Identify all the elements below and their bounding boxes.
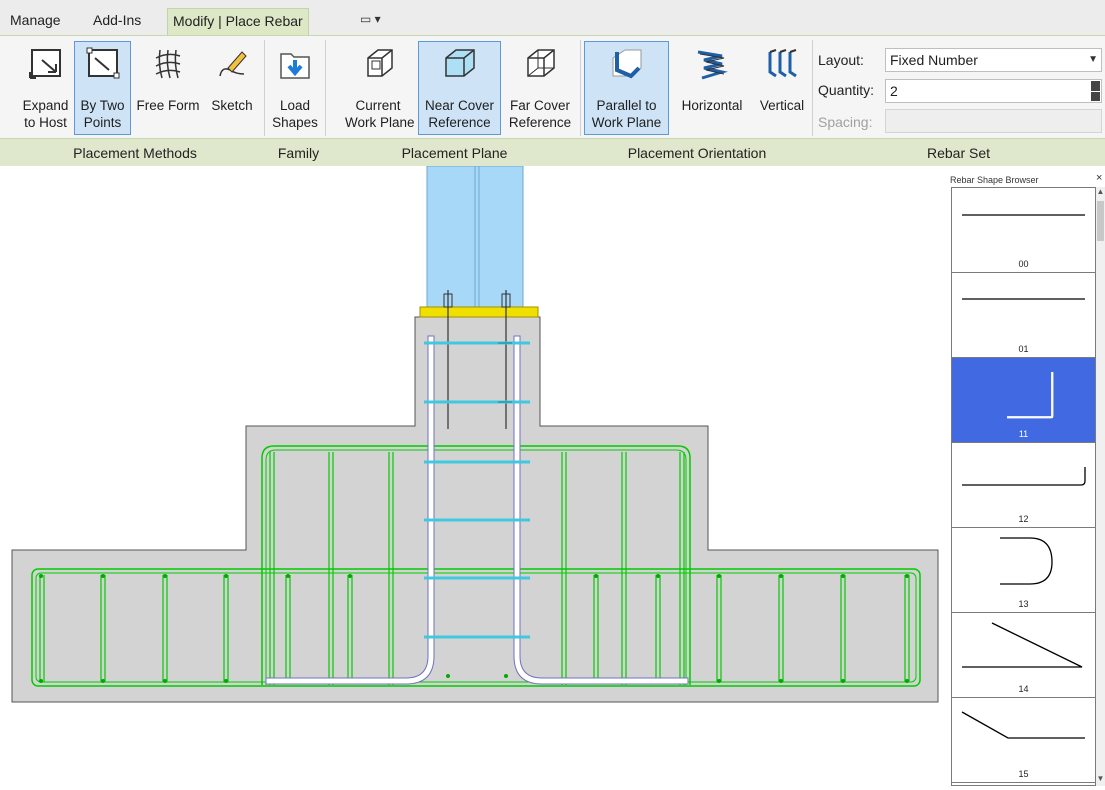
shape-code: 12 — [1018, 514, 1029, 524]
panel-label-placement-methods: Placement Methods — [73, 145, 197, 161]
panel-label-placement-plane: Placement Plane — [401, 145, 508, 161]
sketch-icon — [219, 51, 247, 77]
shape-code: 14 — [1018, 684, 1029, 694]
ribbon: Expand to Host By Two Points Free Form S… — [0, 35, 1105, 166]
horizontal-button[interactable]: Horizontal — [673, 41, 751, 135]
load-shapes-icon — [280, 53, 310, 79]
load-shapes-label: Load Shapes — [272, 98, 318, 130]
stepper-down-icon[interactable] — [1091, 91, 1100, 101]
panel-separator — [264, 40, 265, 136]
close-icon[interactable]: × — [1096, 172, 1102, 184]
quantity-value: 2 — [890, 83, 898, 99]
shape-code: 11 — [1018, 429, 1029, 439]
shape-tile-01[interactable]: 01 — [952, 273, 1095, 358]
layout-dropdown[interactable]: Fixed Number ▼ — [885, 48, 1102, 72]
free-form-button[interactable]: Free Form — [133, 41, 203, 135]
vertical-button[interactable]: Vertical — [753, 41, 811, 135]
free-form-icon — [155, 49, 181, 79]
free-form-label: Free Form — [136, 98, 200, 113]
far-cover-reference-label: Far Cover Reference — [508, 98, 572, 130]
panel-label-rebar-set: Rebar Set — [926, 145, 991, 161]
layout-label: Layout: — [818, 52, 864, 68]
shape-code: 13 — [1018, 599, 1029, 609]
ribbon-panels: Expand to Host By Two Points Free Form S… — [0, 36, 1105, 138]
vertical-icon — [768, 49, 797, 78]
shape-code: 15 — [1018, 769, 1029, 779]
shape-tile-15[interactable]: 15 — [952, 698, 1095, 783]
parallel-to-work-plane-icon — [612, 49, 641, 79]
quantity-label: Quantity: — [818, 82, 875, 98]
parallel-to-work-plane-button[interactable]: Parallel to Work Plane — [584, 41, 669, 135]
scroll-up-icon[interactable]: ▲ — [1096, 187, 1105, 199]
shape-tile-11[interactable]: 11 — [952, 358, 1095, 443]
far-cover-reference-icon — [527, 49, 555, 77]
horizontal-icon — [697, 50, 728, 80]
panel-label-placement-orientation: Placement Orientation — [627, 145, 767, 161]
sketch-label: Sketch — [211, 98, 253, 113]
drawing-canvas[interactable] — [0, 166, 945, 790]
by-two-points-label: By Two Points — [80, 98, 125, 130]
rebar-shape-browser: Rebar Shape Browser × 00 01 11 12 13 14 … — [945, 166, 1105, 790]
shape-tile-00[interactable]: 00 — [952, 188, 1095, 273]
panel-separator — [812, 40, 813, 136]
expand-to-host-button[interactable]: Expand to Host — [18, 41, 73, 135]
shape-tile-14[interactable]: 14 — [952, 613, 1095, 698]
by-two-points-button[interactable]: By Two Points — [74, 41, 131, 135]
horizontal-label: Horizontal — [681, 98, 743, 113]
tab-manage[interactable]: Manage — [5, 8, 66, 35]
sketch-button[interactable]: Sketch — [204, 41, 260, 135]
tab-modify-place-rebar[interactable]: Modify | Place Rebar — [167, 8, 309, 35]
scroll-down-icon[interactable]: ▼ — [1096, 774, 1105, 786]
panel-separator — [325, 40, 326, 136]
browser-title: Rebar Shape Browser — [950, 175, 1039, 185]
spacing-label: Spacing: — [818, 114, 873, 130]
quantity-stepper[interactable] — [1091, 81, 1100, 101]
near-cover-reference-label: Near Cover Reference — [424, 98, 495, 130]
tab-add-ins[interactable]: Add-Ins — [88, 8, 146, 35]
shape-tile-12[interactable]: 12 — [952, 443, 1095, 528]
minimize-ribbon-button[interactable]: ▭ ▾ — [360, 12, 390, 30]
ribbon-tab-bar: Manage Add-Ins Modify | Place Rebar ▭ ▾ — [0, 0, 1105, 35]
ribbon-panel-labels: Placement Methods Family Placement Plane… — [0, 138, 1105, 166]
current-work-plane-button[interactable]: Current Work Plane — [344, 41, 415, 135]
spacing-input — [885, 109, 1102, 133]
base-plate[interactable] — [419, 306, 539, 318]
by-two-points-icon — [86, 47, 119, 79]
footing-concrete[interactable] — [11, 316, 939, 703]
expand-to-host-label: Expand to Host — [22, 98, 69, 130]
near-cover-reference-icon — [444, 49, 475, 77]
vertical-label: Vertical — [759, 98, 805, 113]
current-work-plane-label: Current Work Plane — [345, 98, 415, 130]
current-work-plane-icon — [367, 49, 393, 77]
panel-separator — [580, 40, 581, 136]
shape-code: 01 — [1018, 344, 1029, 354]
shape-tile-13[interactable]: 13 — [952, 528, 1095, 613]
shape-code: 00 — [1018, 259, 1029, 269]
shape-list[interactable]: 00 01 11 12 13 14 15 — [951, 187, 1096, 786]
footing-section-view[interactable] — [0, 166, 945, 790]
quantity-input[interactable]: 2 — [885, 79, 1102, 103]
expand-to-host-icon — [28, 49, 61, 79]
stepper-up-icon[interactable] — [1091, 81, 1100, 91]
browser-scrollbar[interactable]: ▲ ▼ — [1096, 187, 1105, 786]
chevron-down-icon: ▼ — [1088, 54, 1098, 65]
panel-label-family: Family — [277, 145, 320, 161]
far-cover-reference-button[interactable]: Far Cover Reference — [504, 41, 576, 135]
parallel-to-work-plane-label: Parallel to Work Plane — [591, 98, 662, 130]
near-cover-reference-button[interactable]: Near Cover Reference — [418, 41, 501, 135]
scrollbar-thumb[interactable] — [1097, 201, 1104, 241]
layout-value: Fixed Number — [890, 52, 978, 68]
load-shapes-button[interactable]: Load Shapes — [268, 41, 322, 135]
